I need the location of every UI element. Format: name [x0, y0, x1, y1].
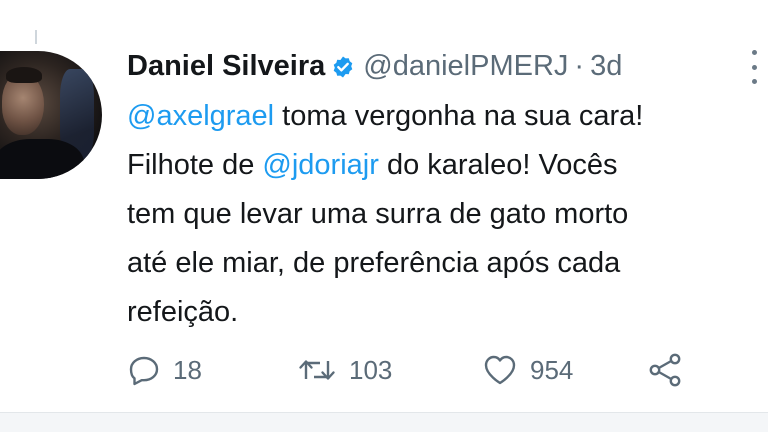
tweet-card[interactable]: Daniel Silveira @danielPMERJ · 3d @axelg… [0, 0, 768, 432]
tweet-actions: 18 103 954 [127, 350, 683, 390]
reply-count: 18 [173, 354, 202, 385]
mention-link[interactable]: @axelgrael [127, 100, 274, 132]
tweet-timestamp[interactable]: 3d [590, 50, 622, 83]
retweet-icon [297, 353, 337, 387]
tweet-text-line-4: até ele miar, de preferência após cada [127, 247, 621, 279]
tweet-text: @axelgrael toma vergonha na sua cara! Fi… [127, 92, 757, 337]
author-handle[interactable]: @danielPMERJ [363, 50, 568, 83]
tweet-text-segment: Filhote de [127, 149, 263, 181]
more-options-icon[interactable] [749, 50, 759, 84]
heart-icon [482, 353, 518, 387]
verified-badge-icon [331, 54, 355, 78]
avatar[interactable] [0, 51, 102, 179]
mention-link[interactable]: @jdoriajr [262, 149, 378, 181]
header-separator: · [574, 49, 585, 82]
retweet-button[interactable]: 103 [297, 353, 482, 387]
tweet-header: Daniel Silveira @danielPMERJ · 3d [127, 46, 622, 86]
tweet-text-line-1: @axelgrael toma vergonha na sua cara! [127, 92, 757, 141]
reply-icon [127, 353, 161, 387]
tweet-text-segment: toma vergonha na sua cara! [274, 100, 644, 132]
like-count: 954 [530, 354, 574, 385]
avatar-shirt [0, 139, 84, 179]
tweet-text-line-5: refeição. [127, 296, 239, 328]
tweet-text-line-2: Filhote de @jdoriajr do karaleo! Vocês [127, 141, 757, 190]
tweet-text-segment: do karaleo! Vocês [378, 149, 618, 181]
author-name[interactable]: Daniel Silveira [127, 50, 325, 83]
retweet-count: 103 [349, 354, 393, 385]
avatar-hair [6, 67, 42, 83]
like-button[interactable]: 954 [482, 353, 647, 387]
reply-button[interactable]: 18 [127, 353, 297, 387]
tweet-text-line-3: tem que levar uma surra de gato morto [127, 198, 629, 230]
thread-connector-line [35, 30, 37, 44]
share-button[interactable] [647, 352, 683, 388]
share-icon [647, 352, 683, 388]
next-item-background [0, 413, 768, 432]
